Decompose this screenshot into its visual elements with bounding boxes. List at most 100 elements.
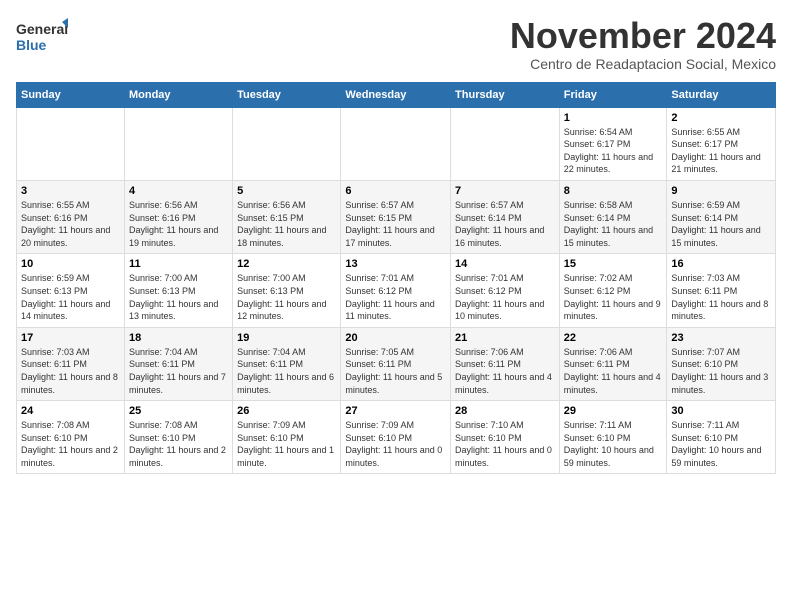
day-cell: 15 Sunrise: 7:02 AM Sunset: 6:12 PM Dayli…: [559, 254, 667, 327]
day-cell: 16 Sunrise: 7:03 AM Sunset: 6:11 PM Dayli…: [667, 254, 776, 327]
day-detail: Sunrise: 7:05 AM Sunset: 6:11 PM Dayligh…: [345, 346, 446, 396]
day-cell: 21 Sunrise: 7:06 AM Sunset: 6:11 PM Dayli…: [451, 327, 560, 400]
day-number: 23: [671, 332, 771, 344]
day-detail: Sunrise: 7:04 AM Sunset: 6:11 PM Dayligh…: [237, 346, 336, 396]
day-detail: Sunrise: 7:00 AM Sunset: 6:13 PM Dayligh…: [237, 272, 336, 322]
day-cell: [124, 107, 232, 180]
day-number: 9: [671, 185, 771, 197]
month-title: November 2024: [510, 16, 776, 56]
header: General Blue November 2024 Centro de Rea…: [16, 16, 776, 72]
day-detail: Sunrise: 7:07 AM Sunset: 6:10 PM Dayligh…: [671, 346, 771, 396]
day-cell: 28Sunrise: 7:10 AM Sunset: 6:10 PM Dayli…: [451, 401, 560, 474]
day-cell: [451, 107, 560, 180]
day-detail: Sunrise: 6:54 AM Sunset: 6:17 PM Dayligh…: [564, 126, 663, 176]
day-cell: 4 Sunrise: 6:56 AM Sunset: 6:16 PM Daylig…: [124, 180, 232, 253]
day-number: 5: [237, 185, 336, 197]
day-cell: 19 Sunrise: 7:04 AM Sunset: 6:11 PM Dayli…: [233, 327, 341, 400]
day-number: 28: [455, 405, 555, 417]
day-cell: 30 Sunrise: 7:11 AM Sunset: 6:10 PM Dayli…: [667, 401, 776, 474]
day-number: 29: [564, 405, 663, 417]
col-header-thursday: Thursday: [451, 82, 560, 107]
week-row-2: 3Sunrise: 6:55 AM Sunset: 6:16 PM Daylig…: [17, 180, 776, 253]
day-number: 22: [564, 332, 663, 344]
day-number: 8: [564, 185, 663, 197]
day-cell: 7 Sunrise: 6:57 AM Sunset: 6:14 PM Daylig…: [451, 180, 560, 253]
day-detail: Sunrise: 7:01 AM Sunset: 6:12 PM Dayligh…: [455, 272, 555, 322]
day-number: 4: [129, 185, 228, 197]
calendar-table: SundayMondayTuesdayWednesdayThursdayFrid…: [16, 82, 776, 475]
week-row-4: 17 Sunrise: 7:03 AM Sunset: 6:11 PM Dayli…: [17, 327, 776, 400]
col-header-monday: Monday: [124, 82, 232, 107]
col-header-saturday: Saturday: [667, 82, 776, 107]
day-cell: 5 Sunrise: 6:56 AM Sunset: 6:15 PM Daylig…: [233, 180, 341, 253]
day-number: 15: [564, 258, 663, 270]
day-number: 6: [345, 185, 446, 197]
day-detail: Sunrise: 7:01 AM Sunset: 6:12 PM Dayligh…: [345, 272, 446, 322]
day-detail: Sunrise: 6:57 AM Sunset: 6:14 PM Dayligh…: [455, 199, 555, 249]
day-cell: 26 Sunrise: 7:09 AM Sunset: 6:10 PM Dayli…: [233, 401, 341, 474]
day-detail: Sunrise: 7:09 AM Sunset: 6:10 PM Dayligh…: [237, 419, 336, 469]
day-detail: Sunrise: 7:09 AM Sunset: 6:10 PM Dayligh…: [345, 419, 446, 469]
logo: General Blue: [16, 16, 96, 60]
day-cell: 24 Sunrise: 7:08 AM Sunset: 6:10 PM Dayli…: [17, 401, 125, 474]
day-number: 27: [345, 405, 446, 417]
day-detail: Sunrise: 6:56 AM Sunset: 6:15 PM Dayligh…: [237, 199, 336, 249]
day-number: 1: [564, 112, 663, 124]
day-cell: 22Sunrise: 7:06 AM Sunset: 6:11 PM Dayli…: [559, 327, 667, 400]
day-cell: 3Sunrise: 6:55 AM Sunset: 6:16 PM Daylig…: [17, 180, 125, 253]
day-number: 16: [671, 258, 771, 270]
day-detail: Sunrise: 7:00 AM Sunset: 6:13 PM Dayligh…: [129, 272, 228, 322]
subtitle: Centro de Readaptacion Social, Mexico: [510, 56, 776, 72]
svg-text:General: General: [16, 21, 68, 37]
day-detail: Sunrise: 7:02 AM Sunset: 6:12 PM Dayligh…: [564, 272, 663, 322]
day-number: 18: [129, 332, 228, 344]
day-detail: Sunrise: 7:11 AM Sunset: 6:10 PM Dayligh…: [671, 419, 771, 469]
day-detail: Sunrise: 6:57 AM Sunset: 6:15 PM Dayligh…: [345, 199, 446, 249]
col-header-wednesday: Wednesday: [341, 82, 451, 107]
day-number: 26: [237, 405, 336, 417]
day-number: 24: [21, 405, 120, 417]
title-area: November 2024 Centro de Readaptacion Soc…: [510, 16, 776, 72]
week-row-1: 1 Sunrise: 6:54 AM Sunset: 6:17 PM Daylig…: [17, 107, 776, 180]
col-header-friday: Friday: [559, 82, 667, 107]
day-detail: Sunrise: 7:08 AM Sunset: 6:10 PM Dayligh…: [21, 419, 120, 469]
day-detail: Sunrise: 6:56 AM Sunset: 6:16 PM Dayligh…: [129, 199, 228, 249]
day-detail: Sunrise: 7:11 AM Sunset: 6:10 PM Dayligh…: [564, 419, 663, 469]
day-cell: 9 Sunrise: 6:59 AM Sunset: 6:14 PM Daylig…: [667, 180, 776, 253]
day-detail: Sunrise: 7:04 AM Sunset: 6:11 PM Dayligh…: [129, 346, 228, 396]
day-number: 11: [129, 258, 228, 270]
day-cell: 27 Sunrise: 7:09 AM Sunset: 6:10 PM Dayli…: [341, 401, 451, 474]
day-detail: Sunrise: 7:06 AM Sunset: 6:11 PM Dayligh…: [455, 346, 555, 396]
day-number: 7: [455, 185, 555, 197]
day-detail: Sunrise: 7:03 AM Sunset: 6:11 PM Dayligh…: [21, 346, 120, 396]
day-detail: Sunrise: 6:59 AM Sunset: 6:13 PM Dayligh…: [21, 272, 120, 322]
day-number: 13: [345, 258, 446, 270]
day-number: 17: [21, 332, 120, 344]
logo-svg: General Blue: [16, 16, 96, 60]
day-cell: 23 Sunrise: 7:07 AM Sunset: 6:10 PM Dayli…: [667, 327, 776, 400]
day-number: 3: [21, 185, 120, 197]
day-number: 21: [455, 332, 555, 344]
day-detail: Sunrise: 6:55 AM Sunset: 6:17 PM Dayligh…: [671, 126, 771, 176]
day-cell: 2 Sunrise: 6:55 AM Sunset: 6:17 PM Daylig…: [667, 107, 776, 180]
day-cell: 6 Sunrise: 6:57 AM Sunset: 6:15 PM Daylig…: [341, 180, 451, 253]
day-cell: 29 Sunrise: 7:11 AM Sunset: 6:10 PM Dayli…: [559, 401, 667, 474]
day-number: 10: [21, 258, 120, 270]
day-number: 25: [129, 405, 228, 417]
col-header-sunday: Sunday: [17, 82, 125, 107]
day-cell: 17 Sunrise: 7:03 AM Sunset: 6:11 PM Dayli…: [17, 327, 125, 400]
day-detail: Sunrise: 6:58 AM Sunset: 6:14 PM Dayligh…: [564, 199, 663, 249]
svg-text:Blue: Blue: [16, 37, 47, 53]
day-cell: 20Sunrise: 7:05 AM Sunset: 6:11 PM Dayli…: [341, 327, 451, 400]
day-number: 2: [671, 112, 771, 124]
day-cell: [341, 107, 451, 180]
col-header-tuesday: Tuesday: [233, 82, 341, 107]
day-detail: Sunrise: 6:59 AM Sunset: 6:14 PM Dayligh…: [671, 199, 771, 249]
day-cell: [17, 107, 125, 180]
day-cell: 1 Sunrise: 6:54 AM Sunset: 6:17 PM Daylig…: [559, 107, 667, 180]
day-cell: 12Sunrise: 7:00 AM Sunset: 6:13 PM Dayli…: [233, 254, 341, 327]
day-cell: 13 Sunrise: 7:01 AM Sunset: 6:12 PM Dayli…: [341, 254, 451, 327]
day-number: 30: [671, 405, 771, 417]
day-detail: Sunrise: 7:03 AM Sunset: 6:11 PM Dayligh…: [671, 272, 771, 322]
day-number: 19: [237, 332, 336, 344]
